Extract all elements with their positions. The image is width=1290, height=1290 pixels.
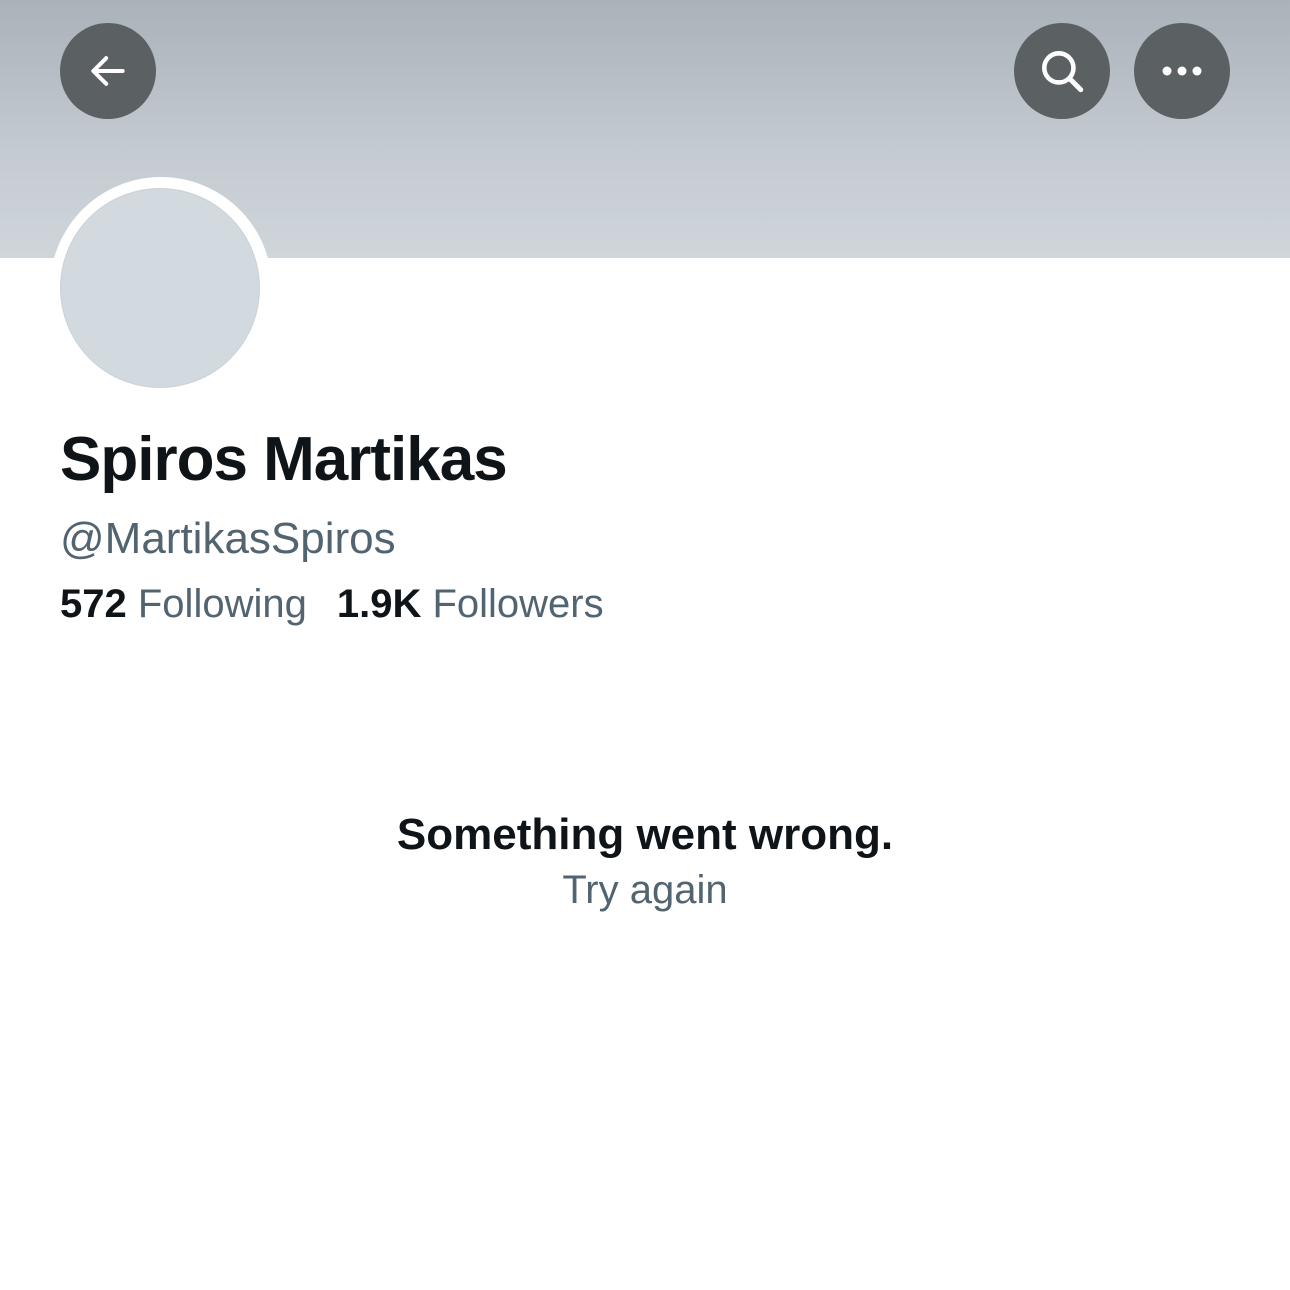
error-message: Something went wrong. <box>396 810 894 859</box>
more-options-button[interactable] <box>1134 23 1230 119</box>
profile-stats: 572 Following 1.9K Followers <box>60 582 604 627</box>
arrow-left-icon <box>91 56 125 86</box>
following-count: 572 <box>60 582 127 626</box>
display-name: Spiros Martikas <box>60 425 508 494</box>
search-icon <box>1042 51 1084 93</box>
more-horizontal-icon <box>1162 66 1202 76</box>
followers-count: 1.9K <box>336 582 422 626</box>
avatar[interactable] <box>60 188 260 388</box>
back-button[interactable] <box>60 23 156 119</box>
user-handle: @MartikasSpiros <box>60 514 396 563</box>
followers-label: Followers <box>432 582 604 626</box>
error-state: Something went wrong. Try again <box>0 806 1290 916</box>
search-button[interactable] <box>1014 23 1110 119</box>
profile-page: Spiros Martikas @MartikasSpiros 572 Foll… <box>0 0 1290 1290</box>
following-label: Following <box>137 582 307 626</box>
following-link[interactable]: 572 Following <box>60 582 307 627</box>
followers-link[interactable]: 1.9K Followers <box>337 582 604 627</box>
try-again-button[interactable]: Try again <box>562 864 727 916</box>
